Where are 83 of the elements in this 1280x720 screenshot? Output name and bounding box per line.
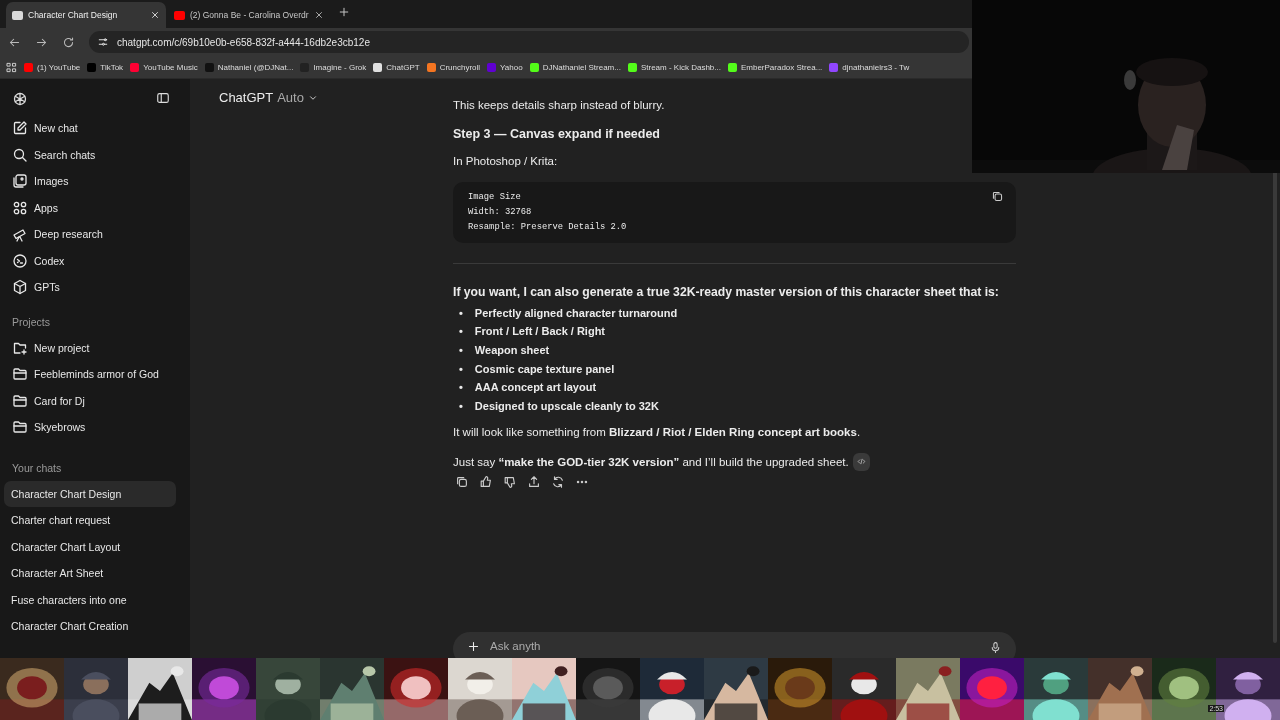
list-item: Front / Left / Back / Right bbox=[474, 324, 606, 340]
thumbs-up-icon bbox=[479, 474, 493, 489]
paragraph: In Photoshop / Krita: bbox=[453, 153, 559, 169]
reload-icon bbox=[62, 35, 75, 49]
section-heading: Your chats bbox=[11, 460, 63, 476]
folder-icon bbox=[12, 366, 28, 383]
bookmark[interactable]: (1) YouTube bbox=[24, 62, 81, 72]
chat-item[interactable]: Character Chart Design bbox=[4, 480, 176, 507]
bullet: • bbox=[459, 398, 463, 414]
list-item: Cosmic cape texture panel bbox=[474, 361, 615, 377]
chat-item[interactable]: Fuse characters into one bbox=[4, 586, 176, 613]
site-settings-icon bbox=[97, 36, 109, 48]
paragraph: It will look like something from Blizzard / Riot / Elden Ring concept art books. bbox=[453, 424, 862, 440]
bookmark[interactable]: ChatGPT bbox=[373, 62, 420, 72]
bullet: • bbox=[459, 380, 463, 396]
code-line: Width: 32768 bbox=[468, 205, 532, 219]
bookmark[interactable]: Imagine - Grok bbox=[300, 62, 367, 72]
paragraph: This keeps details sharp instead of blurry. bbox=[453, 98, 666, 113]
sidebar-toggle-icon bbox=[156, 91, 170, 105]
bullet: • bbox=[459, 324, 463, 340]
bookmark[interactable]: Stream - Kick Dashb... bbox=[627, 62, 721, 72]
thumbs-down-icon bbox=[503, 474, 517, 489]
folder-icon bbox=[12, 419, 28, 436]
heading: If you want, I can also generate a true 32K-ready master version of this character sheet that is: bbox=[453, 283, 1000, 301]
chat-item[interactable]: Character Chart Creation bbox=[4, 613, 176, 640]
close-icon bbox=[313, 10, 324, 20]
bullet: • bbox=[459, 342, 463, 358]
model-selector[interactable]: ChatGPT Auto bbox=[213, 89, 324, 106]
chat-item[interactable]: Character Art Sheet bbox=[4, 560, 176, 587]
paragraph: Just say “make the GOD-tier 32K version” and I’ll build the upgraded sheet. bbox=[453, 454, 849, 470]
sidebar-item[interactable]: GPTs bbox=[0, 274, 190, 301]
heading: Step 3 — Canvas expand if needed bbox=[453, 126, 661, 144]
regenerate-icon bbox=[551, 474, 565, 489]
bookmark[interactable]: YouTube Music bbox=[130, 62, 198, 72]
bookmark[interactable]: EmberParadox Strea... bbox=[727, 62, 823, 72]
project-item[interactable]: Skyebrows bbox=[0, 414, 190, 441]
address-bar[interactable]: chatgpt.com/c/69b10e0b-e658-832f-a444-16db2e3cb12e bbox=[89, 31, 969, 53]
code-line: Resample: Preserve Details 2.0 bbox=[468, 220, 627, 234]
list-item: Perfectly aligned character turnaround bbox=[474, 305, 678, 321]
copy-icon bbox=[455, 474, 469, 489]
code-line: Image Size bbox=[468, 190, 521, 204]
bookmark[interactable]: djnathanielrs3 - Tw bbox=[829, 62, 910, 72]
bookmark[interactable]: Nathaniel (@DJNat... bbox=[204, 62, 294, 72]
sidebar-item[interactable]: Codex bbox=[0, 247, 190, 274]
folder-icon bbox=[12, 392, 28, 409]
list-item: Designed to upscale cleanly to 32K bbox=[474, 398, 659, 414]
code-icon bbox=[856, 456, 866, 466]
share-icon bbox=[527, 474, 541, 489]
microphone-icon bbox=[989, 641, 1002, 654]
logo-icon bbox=[12, 91, 28, 107]
message-input[interactable]: Ask anyth bbox=[490, 640, 550, 652]
edit-icon bbox=[12, 120, 28, 137]
project-item[interactable]: Card for Dj bbox=[0, 387, 190, 414]
project-item[interactable]: New project bbox=[0, 334, 190, 361]
close-icon bbox=[150, 10, 160, 20]
sidebar-item[interactable]: New chat bbox=[0, 115, 190, 142]
bullet: • bbox=[459, 361, 463, 377]
browser-tab[interactable]: Character Chart Design bbox=[6, 2, 166, 28]
list-item: Weapon sheet bbox=[474, 342, 550, 358]
bookmark[interactable]: Yahoo bbox=[487, 62, 523, 72]
apps-icon bbox=[12, 199, 28, 216]
plus-icon bbox=[338, 6, 350, 18]
bookmark[interactable]: DJNathaniel Stream... bbox=[529, 62, 621, 72]
codex-icon bbox=[12, 252, 28, 269]
bookmark[interactable]: TikTok bbox=[87, 62, 124, 72]
bookmark[interactable]: Crunchyroll bbox=[426, 62, 481, 72]
browser-tab[interactable]: (2) Gonna Be - Carolina Overdr bbox=[168, 2, 328, 28]
section-heading: Projects bbox=[11, 314, 51, 330]
project-item[interactable]: Feebleminds armor of God bbox=[0, 361, 190, 388]
copy-icon bbox=[991, 189, 1004, 203]
images-icon bbox=[12, 173, 28, 190]
list-item: AAA concept art layout bbox=[474, 380, 597, 396]
chat-item[interactable]: Charter chart request bbox=[4, 507, 176, 534]
sidebar-item[interactable]: Apps bbox=[0, 194, 190, 221]
apps-grid-icon bbox=[6, 61, 17, 73]
sidebar-item[interactable]: Search chats bbox=[0, 141, 190, 168]
sidebar-item[interactable]: Images bbox=[0, 168, 190, 195]
sidebar-item[interactable]: Deep research bbox=[0, 221, 190, 248]
search-icon bbox=[12, 146, 28, 163]
chat-item[interactable]: Character Chart Layout bbox=[4, 533, 176, 560]
bullet: • bbox=[459, 305, 463, 321]
cube-icon bbox=[12, 279, 28, 296]
plus-icon bbox=[467, 640, 480, 653]
